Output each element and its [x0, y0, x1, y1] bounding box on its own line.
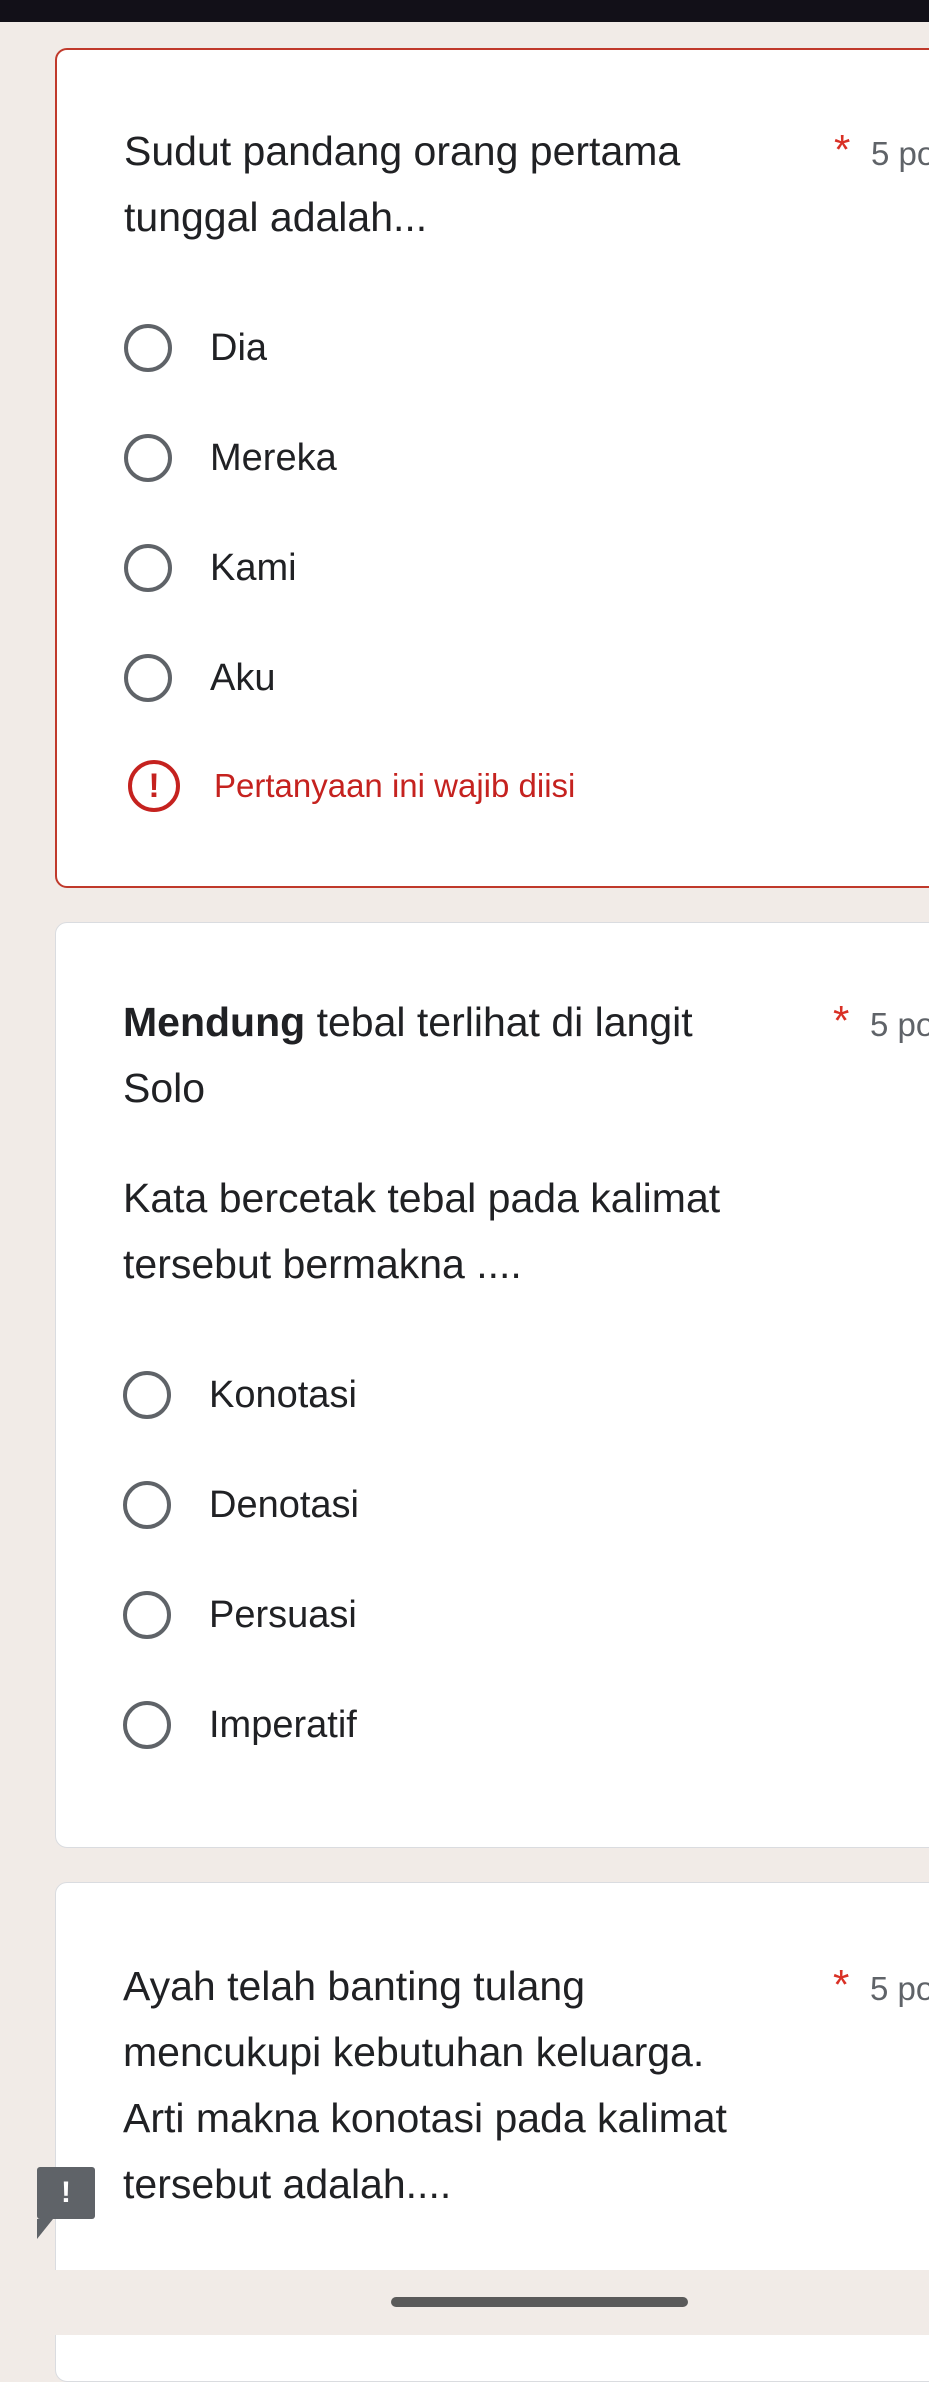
points-label: 5 poin [870, 1006, 929, 1043]
option-label: Persuasi [209, 1593, 357, 1636]
option-label: Dia [210, 326, 268, 369]
option-label: Denotasi [209, 1483, 359, 1526]
option-persuasi[interactable]: Persuasi [123, 1585, 357, 1645]
option-label: Konotasi [209, 1373, 357, 1416]
option-dia[interactable]: Dia [124, 318, 267, 378]
radio-button[interactable] [123, 1701, 171, 1749]
option-label: Imperatif [209, 1703, 357, 1746]
points-label: 5 poin [871, 135, 929, 172]
radio-button[interactable] [124, 434, 172, 482]
report-feedback-icon[interactable]: ! [37, 2167, 95, 2239]
home-indicator[interactable] [391, 2297, 688, 2307]
required-asterisk: * [833, 1961, 850, 2008]
validation-error: ! Pertanyaan ini wajib diisi [128, 760, 575, 812]
status-bar [0, 0, 929, 22]
question-title: Ayah telah banting tulang mencukupi kebu… [123, 1963, 727, 2207]
bold-word: Mendung [123, 999, 306, 1045]
radio-button[interactable] [123, 1591, 171, 1639]
question-card-1: Sudut pandang orang pertama tunggal adal… [55, 48, 929, 888]
option-label: Kami [210, 546, 297, 589]
option-label: Aku [210, 656, 276, 699]
question-card-2: Mendung tebal terlihat di langit Solo * … [55, 922, 929, 1848]
points-label: 5 poin [870, 1970, 929, 2007]
option-aku[interactable]: Aku [124, 648, 275, 708]
question-title: Sudut pandang orang pertama tunggal adal… [124, 128, 681, 240]
required-asterisk: * [833, 997, 850, 1044]
option-mereka[interactable]: Mereka [124, 428, 337, 488]
radio-button[interactable] [124, 654, 172, 702]
error-message: Pertanyaan ini wajib diisi [214, 767, 576, 804]
option-kami[interactable]: Kami [124, 538, 297, 598]
required-asterisk: * [834, 126, 851, 173]
option-imperatif[interactable]: Imperatif [123, 1695, 357, 1755]
radio-button[interactable] [124, 324, 172, 372]
option-label: Mereka [210, 436, 337, 479]
radio-button[interactable] [124, 544, 172, 592]
error-alert-icon: ! [128, 760, 180, 812]
option-denotasi[interactable]: Denotasi [123, 1475, 359, 1535]
radio-button[interactable] [123, 1371, 171, 1419]
question-title: Mendung tebal terlihat di langit Solo [123, 989, 763, 1121]
option-konotasi[interactable]: Konotasi [123, 1365, 357, 1425]
radio-button[interactable] [123, 1481, 171, 1529]
question-description: Kata bercetak tebal pada kalimat tersebu… [123, 1175, 721, 1287]
